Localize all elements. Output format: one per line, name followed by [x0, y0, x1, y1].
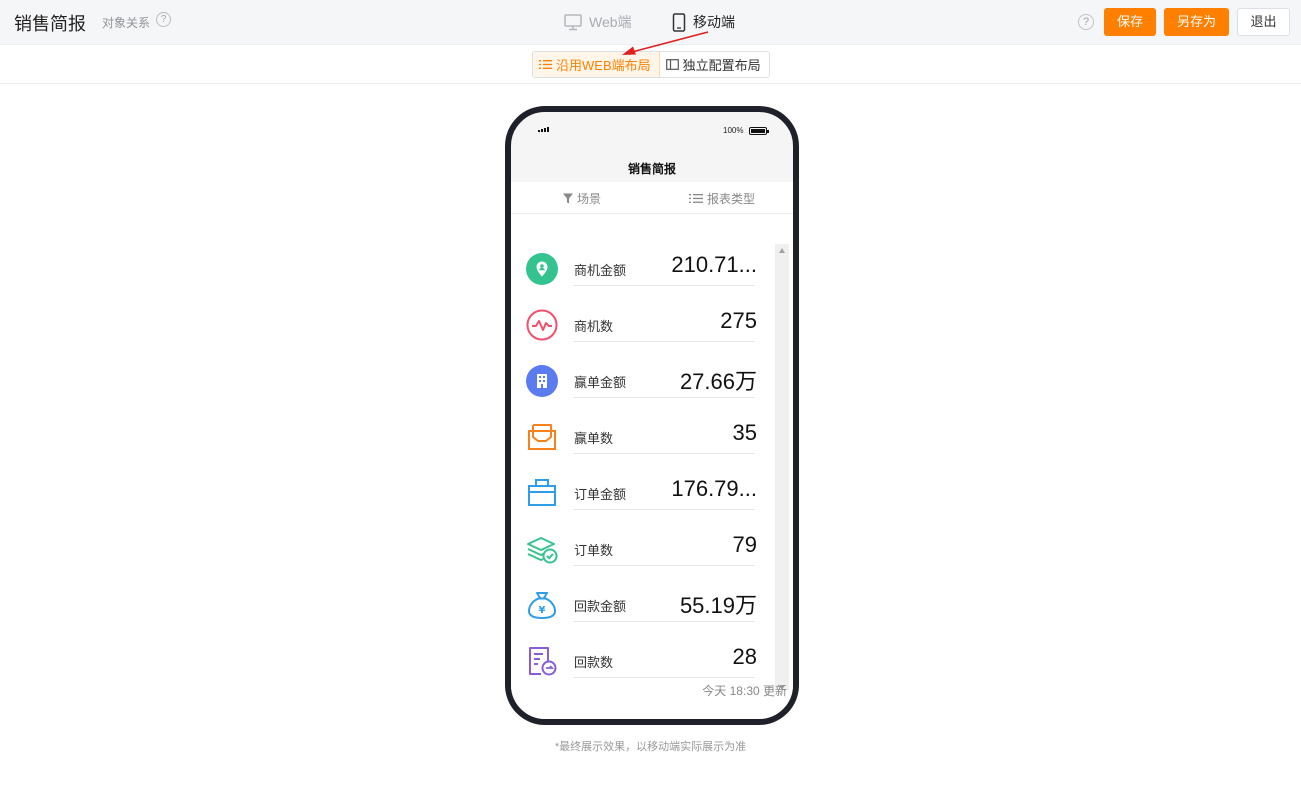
scrollbar[interactable] — [775, 244, 789, 690]
building-icon — [525, 364, 559, 398]
scene-filter-label: 场景 — [577, 192, 602, 206]
save-button[interactable]: 保存 — [1104, 8, 1156, 36]
metric-row[interactable]: 回款数 28 — [525, 632, 757, 688]
top-bar: 销售简报 对象关系 ? Web端 移动端 ? 保存 另存为 退出 — [0, 0, 1301, 45]
row-divider — [573, 677, 755, 678]
phone-page-title: 销售简报 — [627, 162, 676, 176]
scene-filter[interactable]: 场景 — [563, 190, 601, 207]
page-title: 销售简报 — [14, 14, 86, 34]
scroll-up-arrow[interactable] — [779, 248, 785, 253]
independent-layout-label: 独立配置布局 — [682, 58, 761, 73]
metric-value: 28 — [732, 644, 757, 669]
monitor-icon — [564, 13, 582, 30]
layout-toggle: 沿用WEB端布局 独立配置布局 — [532, 51, 770, 78]
help-icon[interactable]: ? — [1078, 14, 1094, 30]
list-icon — [689, 194, 703, 203]
metrics-list: 商机金额 210.71... 商机数 275 赢单金额 27.66万 赢单数 3… — [511, 214, 793, 719]
mobile-phone-icon — [672, 12, 686, 32]
phone-filter-bar: 场景 报表类型 — [511, 182, 793, 214]
object-relation-link[interactable]: 对象关系 — [102, 14, 150, 31]
mode-mobile-tab[interactable]: 移动端 — [672, 11, 735, 33]
metric-label: 商机数 — [574, 319, 614, 334]
stack-check-icon — [525, 532, 559, 566]
mode-mobile-label: 移动端 — [693, 14, 735, 30]
report-type-filter-label: 报表类型 — [707, 192, 756, 206]
last-updated-text: 今天 18:30 更新 — [702, 684, 787, 698]
metric-row[interactable]: 商机数 275 — [525, 296, 757, 352]
metric-label: 回款数 — [574, 655, 614, 670]
metric-label: 订单数 — [574, 543, 614, 558]
layout-toggle-bar: 沿用WEB端布局 独立配置布局 — [0, 46, 1301, 84]
briefcase-icon — [525, 476, 559, 510]
metric-value: 275 — [720, 308, 757, 333]
metric-value: 210.71... — [671, 252, 757, 277]
metric-label: 回款金额 — [574, 599, 627, 614]
help-icon[interactable]: ? — [156, 12, 171, 27]
metric-row[interactable]: 订单金额 176.79... — [525, 464, 757, 520]
metric-label: 订单金额 — [574, 487, 627, 502]
metric-value: 176.79... — [671, 476, 757, 501]
metric-label: 商机金额 — [574, 263, 627, 278]
metric-row[interactable]: 赢单数 35 — [525, 408, 757, 464]
metric-row[interactable]: ¥ 回款金额 55.19万 — [525, 576, 757, 632]
use-web-layout-label: 沿用WEB端布局 — [556, 58, 651, 73]
row-divider — [573, 341, 755, 342]
use-web-layout-option[interactable]: 沿用WEB端布局 — [533, 52, 660, 77]
metric-value: 27.66万 — [679, 369, 757, 394]
row-divider — [573, 509, 755, 510]
list-icon — [539, 60, 552, 69]
layout-panel-icon — [665, 59, 679, 70]
signal-icon — [538, 127, 549, 132]
row-divider — [573, 453, 755, 454]
row-divider — [573, 621, 755, 622]
phone-status-bar: 100% — [511, 112, 793, 152]
metric-value: 55.19万 — [679, 593, 757, 618]
svg-text:¥: ¥ — [539, 605, 546, 616]
preview-footnote: *最终展示效果，以移动端实际展示为准 — [554, 741, 747, 753]
metric-value: 79 — [732, 532, 757, 557]
metric-row[interactable]: 订单数 79 — [525, 520, 757, 576]
metric-value: 35 — [732, 420, 757, 445]
money-bag-icon: ¥ — [525, 588, 559, 622]
metric-label: 赢单金额 — [574, 375, 627, 390]
exit-button[interactable]: 退出 — [1237, 8, 1290, 36]
phone-preview: 100% 销售简报 场景 报表类型 商机金额 210.71... 商机数 275… — [505, 106, 799, 725]
row-divider — [573, 565, 755, 566]
pulse-icon — [525, 308, 559, 342]
mode-web-tab[interactable]: Web端 — [564, 11, 632, 33]
metric-label: 赢单数 — [574, 431, 614, 446]
metric-row[interactable]: 商机金额 210.71... — [525, 240, 757, 296]
mode-web-label: Web端 — [589, 14, 632, 30]
document-arrow-icon — [525, 644, 559, 678]
inbox-icon — [525, 420, 559, 454]
metric-row[interactable]: 赢单金额 27.66万 — [525, 352, 757, 408]
battery-icon — [749, 127, 769, 135]
row-divider — [573, 285, 755, 286]
independent-layout-option[interactable]: 独立配置布局 — [659, 52, 769, 77]
map-pin-icon — [525, 252, 559, 286]
row-divider — [573, 397, 755, 398]
report-type-filter[interactable]: 报表类型 — [689, 190, 755, 207]
battery-percent: 100% — [723, 126, 744, 135]
filter-funnel-icon — [563, 193, 573, 204]
save-as-button[interactable]: 另存为 — [1164, 8, 1229, 36]
